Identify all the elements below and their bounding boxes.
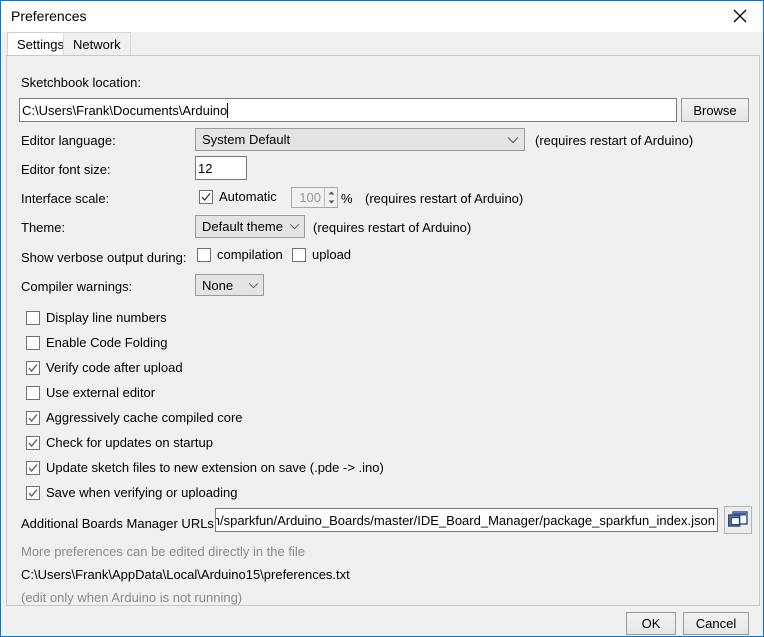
checkmark-icon xyxy=(28,439,38,448)
window-title: Preferences xyxy=(11,8,87,24)
interface-scale-value: 100 xyxy=(299,190,321,205)
chevron-down-icon xyxy=(502,136,524,144)
compiler-warnings-select[interactable]: None xyxy=(195,274,264,296)
text-caret xyxy=(227,102,229,118)
ok-button[interactable]: OK xyxy=(626,612,676,635)
stepper-down-icon[interactable] xyxy=(325,197,337,207)
checkbox-enable-code-folding[interactable]: Enable Code Folding xyxy=(26,335,167,351)
tab-strip: Settings Network xyxy=(2,32,763,56)
checkbox-box xyxy=(26,436,40,450)
ok-button-label: OK xyxy=(641,616,661,631)
interface-scale-label: Interface scale: xyxy=(21,191,110,206)
theme-note: (requires restart of Arduino) xyxy=(313,220,472,235)
verbose-upload-checkbox[interactable]: upload xyxy=(292,247,351,263)
verbose-upload-label: upload xyxy=(312,247,352,262)
checkbox-label: Aggressively cache compiled core xyxy=(46,410,243,425)
checkbox-box xyxy=(26,411,40,425)
editor-language-value: System Default xyxy=(202,132,291,147)
checkbox-check-for-updates-on-startup[interactable]: Check for updates on startup xyxy=(26,435,213,451)
checkbox-label: Update sketch files to new extension on … xyxy=(46,460,384,475)
checkbox-box xyxy=(26,361,40,375)
checkmark-icon xyxy=(28,414,38,423)
checkbox-save-when-verifying-or-uploading[interactable]: Save when verifying or uploading xyxy=(26,485,238,501)
checkbox-update-sketch-files-extension[interactable]: Update sketch files to new extension on … xyxy=(26,460,384,476)
sketchbook-location-input[interactable]: C:\Users\Frank\Documents\Arduino xyxy=(19,98,677,122)
editor-font-size-value: 12 xyxy=(198,160,213,176)
checkbox-label: Use external editor xyxy=(46,385,156,400)
close-button[interactable] xyxy=(717,1,763,31)
editor-language-select[interactable]: System Default xyxy=(195,128,525,151)
checkbox-display-line-numbers[interactable]: Display line numbers xyxy=(26,310,167,326)
browse-button-label: Browse xyxy=(693,102,737,118)
theme-value: Default theme xyxy=(202,219,283,234)
tab-settings-label: Settings xyxy=(17,36,64,52)
compiler-warnings-label: Compiler warnings: xyxy=(21,279,133,294)
checkbox-label: Display line numbers xyxy=(46,310,167,325)
theme-select[interactable]: Default theme xyxy=(195,215,305,238)
checkbox-label: Save when verifying or uploading xyxy=(46,485,238,500)
checkbox-box xyxy=(26,386,40,400)
boards-manager-urls-label: Additional Boards Manager URLs: xyxy=(21,516,218,531)
checkmark-icon xyxy=(28,489,38,498)
boards-manager-urls-input[interactable]: n/sparkfun/Arduino_Boards/master/IDE_Boa… xyxy=(215,508,718,532)
checkbox-label: Verify code after upload xyxy=(46,360,183,375)
footnote-line-3: (edit only when Arduino is not running) xyxy=(21,590,243,605)
tab-network[interactable]: Network xyxy=(63,32,131,56)
editor-language-note: (requires restart of Arduino) xyxy=(535,133,694,148)
settings-panel: Sketchbook location: C:\Users\Frank\Docu… xyxy=(6,55,760,606)
checkbox-label: Enable Code Folding xyxy=(46,335,168,350)
browse-button[interactable]: Browse xyxy=(681,98,749,122)
checkbox-box xyxy=(26,311,40,325)
editor-language-label: Editor language: xyxy=(21,133,116,148)
checkbox-box xyxy=(26,461,40,475)
footnote-line-2: C:\Users\Frank\AppData\Local\Arduino15\p… xyxy=(21,567,350,582)
checkmark-icon xyxy=(201,193,211,202)
compiler-warnings-value: None xyxy=(202,277,234,293)
interface-scale-automatic-label: Automatic xyxy=(219,189,277,204)
boards-manager-urls-expand-button[interactable] xyxy=(724,506,752,534)
dialog-footer: OK Cancel xyxy=(2,606,763,636)
tab-network-label: Network xyxy=(73,37,121,52)
editor-font-size-label: Editor font size: xyxy=(21,162,111,177)
verbose-compilation-checkbox[interactable]: compilation xyxy=(197,247,283,263)
chevron-down-icon xyxy=(284,223,304,230)
checkbox-box xyxy=(26,336,40,350)
stepper-up-icon[interactable] xyxy=(325,188,337,198)
interface-scale-note: (requires restart of Arduino) xyxy=(365,191,524,206)
stepper-arrows xyxy=(324,188,337,207)
checkmark-icon xyxy=(28,364,38,373)
percent-symbol: % xyxy=(341,191,353,206)
footnote-line-1: More preferences can be edited directly … xyxy=(21,544,305,559)
close-icon xyxy=(733,9,747,23)
boards-manager-urls-value: n/sparkfun/Arduino_Boards/master/IDE_Boa… xyxy=(215,512,715,528)
title-bar: Preferences xyxy=(1,1,763,32)
interface-scale-automatic-checkbox[interactable]: Automatic xyxy=(199,189,277,205)
cancel-button[interactable]: Cancel xyxy=(683,612,749,635)
sketchbook-location-value: C:\Users\Frank\Documents\Arduino xyxy=(22,102,228,118)
editor-font-size-input[interactable]: 12 xyxy=(195,156,247,180)
checkmark-icon xyxy=(28,464,38,473)
preferences-dialog: Preferences Settings Network Sketchbook … xyxy=(0,0,764,637)
checkbox-box xyxy=(292,248,306,262)
verbose-compilation-label: compilation xyxy=(217,247,283,262)
checkbox-box xyxy=(199,190,213,204)
checkbox-verify-code-after-upload[interactable]: Verify code after upload xyxy=(26,360,183,376)
cancel-button-label: Cancel xyxy=(695,616,737,631)
theme-label: Theme: xyxy=(21,220,66,235)
sketchbook-location-label: Sketchbook location: xyxy=(21,75,141,90)
checkbox-aggressively-cache-compiled-core[interactable]: Aggressively cache compiled core xyxy=(26,410,243,426)
chevron-down-icon xyxy=(243,282,263,289)
interface-scale-stepper[interactable]: 100 xyxy=(291,187,338,208)
checkbox-box xyxy=(197,248,211,262)
windows-expand-icon xyxy=(728,511,748,527)
checkbox-label: Check for updates on startup xyxy=(46,435,213,450)
verbose-output-label: Show verbose output during: xyxy=(21,250,187,265)
checkbox-box xyxy=(26,486,40,500)
checkbox-use-external-editor[interactable]: Use external editor xyxy=(26,385,155,401)
